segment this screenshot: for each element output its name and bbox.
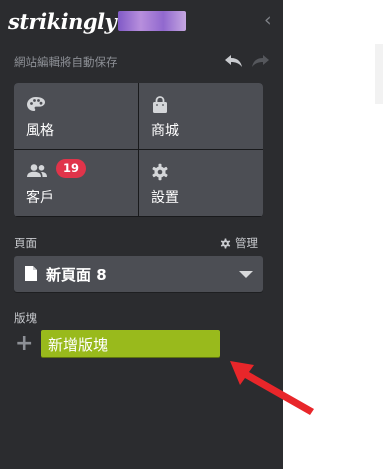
menu-tile-store[interactable]: 商城: [139, 83, 263, 149]
add-block-button[interactable]: 新增版塊: [41, 330, 220, 357]
canvas-edge: [375, 44, 383, 104]
annotation-arrow: [230, 361, 314, 415]
menu-tile-settings[interactable]: 設置: [139, 150, 263, 216]
customer-count-badge: 19: [56, 159, 87, 178]
pages-section-label: 頁面: [14, 236, 37, 250]
gear-icon: [151, 163, 169, 185]
add-block-label: 新增版塊: [48, 336, 109, 354]
site-name-redacted: [118, 11, 186, 31]
chevron-down-icon: [239, 271, 253, 278]
palette-icon: [26, 96, 46, 116]
shopping-bag-icon: [151, 96, 169, 118]
menu-label-style: 風格: [26, 123, 54, 139]
manage-label: 管理: [235, 236, 258, 250]
users-icon: [26, 163, 48, 183]
blocks-section-label: 版塊: [14, 311, 37, 325]
plus-icon[interactable]: +: [15, 333, 33, 355]
document-icon: [24, 265, 38, 286]
strikingly-logo: strikingly: [8, 9, 117, 34]
gear-icon: [220, 238, 231, 252]
current-page-name: 新頁面 8: [46, 266, 107, 284]
undo-icon[interactable]: [224, 52, 244, 74]
menu-label-settings: 設置: [151, 190, 179, 206]
manage-pages-link[interactable]: 管理: [220, 235, 258, 252]
redo-icon[interactable]: [250, 52, 270, 74]
menu-label-customers: 客戶: [26, 190, 54, 206]
page-selector-dropdown[interactable]: 新頁面 8: [14, 256, 263, 292]
menu-tile-style[interactable]: 風格: [14, 83, 138, 149]
autosave-notice: 網站編輯將自動保存: [14, 55, 118, 69]
menu-tile-customers[interactable]: 19 客戶: [14, 150, 138, 216]
chevron-left-icon[interactable]: ‹: [264, 10, 272, 30]
menu-label-store: 商城: [151, 123, 179, 139]
editor-menu-grid: 風格 商城 19 客戶 設置: [14, 83, 263, 217]
